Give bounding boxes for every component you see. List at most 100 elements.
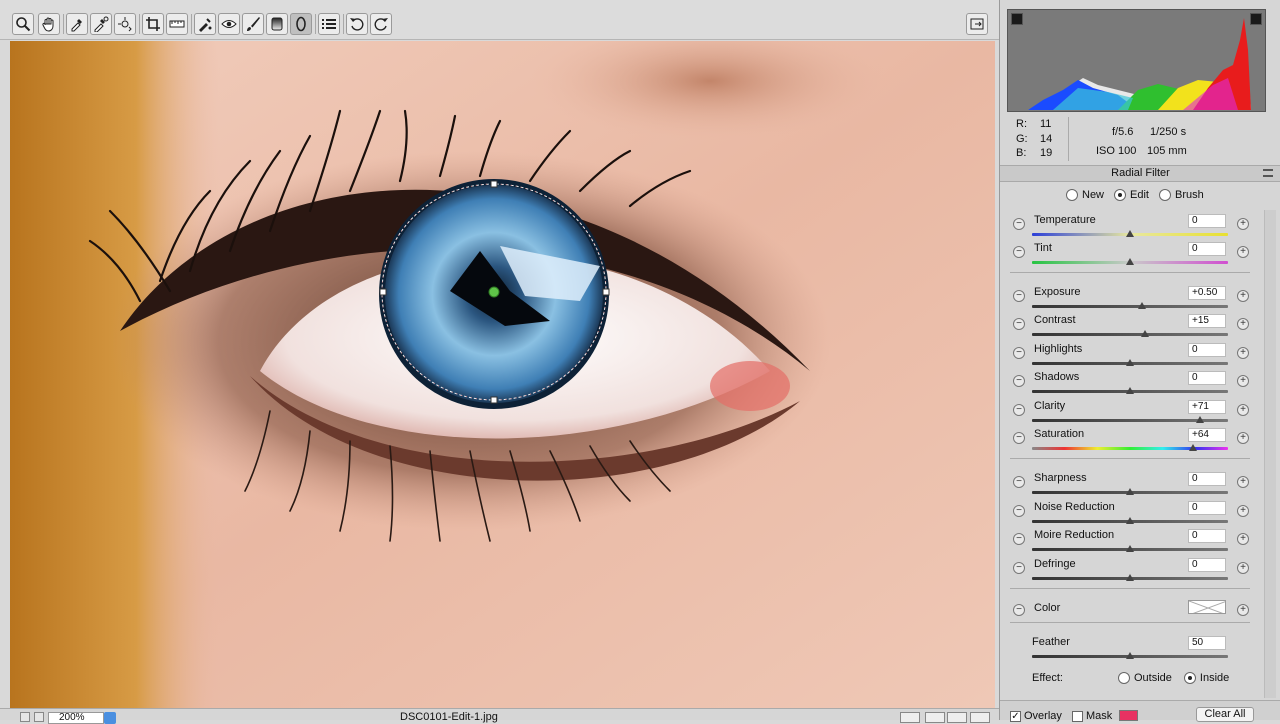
zoom-stepper[interactable] <box>104 712 116 724</box>
shadows-slider-thumb[interactable] <box>1126 387 1134 394</box>
before-after-toggle-button[interactable] <box>900 712 920 723</box>
effect-inside-radio[interactable]: Inside <box>1183 672 1229 684</box>
color-increase-button[interactable]: + <box>1237 604 1249 616</box>
mode-edit-radio[interactable]: Edit <box>1114 189 1149 201</box>
highlights-increase-button[interactable]: + <box>1237 347 1249 359</box>
tint-value-field[interactable]: 0 <box>1188 242 1226 256</box>
defringe-increase-button[interactable]: + <box>1237 562 1249 574</box>
highlights-row: − Highlights 0 + <box>1000 343 1264 371</box>
color-sampler-tool-button[interactable] <box>90 13 112 35</box>
preferences-button[interactable] <box>318 13 340 35</box>
mode-label: New <box>1082 189 1105 201</box>
shadows-decrease-button[interactable]: − <box>1013 375 1025 387</box>
sharpness-slider-thumb[interactable] <box>1126 488 1134 495</box>
color-decrease-button[interactable]: − <box>1013 604 1025 616</box>
contrast-slider-thumb[interactable] <box>1140 330 1149 337</box>
spot-removal-tool-button[interactable] <box>194 13 216 35</box>
highlights-decrease-button[interactable]: − <box>1013 347 1025 359</box>
rotate-left-button[interactable] <box>346 13 368 35</box>
defringe-slider-thumb[interactable] <box>1126 574 1134 581</box>
saturation-slider-thumb[interactable] <box>1188 444 1197 451</box>
color-swatch[interactable] <box>1188 600 1226 614</box>
contrast-value-field[interactable]: +15 <box>1188 314 1226 328</box>
exposure-decrease-button[interactable]: − <box>1013 290 1025 302</box>
crop-tool-button[interactable] <box>142 13 164 35</box>
effect-outside-radio[interactable]: Outside <box>1118 672 1172 684</box>
sharpness-increase-button[interactable]: + <box>1237 476 1249 488</box>
feather-slider-thumb[interactable] <box>1126 652 1134 659</box>
noise-reduction-increase-button[interactable]: + <box>1237 505 1249 517</box>
highlights-value-field[interactable]: 0 <box>1188 343 1226 357</box>
sharpness-decrease-button[interactable]: − <box>1013 476 1025 488</box>
shadows-increase-button[interactable]: + <box>1237 375 1249 387</box>
swap-settings-button[interactable] <box>925 712 945 723</box>
rotate-left-icon <box>350 18 364 31</box>
clarity-decrease-button[interactable]: − <box>1013 404 1025 416</box>
overlay-checkbox[interactable]: ✓ Overlay <box>1010 710 1062 722</box>
preview-preferences-button[interactable] <box>970 712 990 723</box>
targeted-adjustment-tool-button[interactable] <box>114 13 136 35</box>
panel-scrollbar[interactable] <box>1264 210 1276 698</box>
contrast-slider-track[interactable] <box>1032 333 1228 336</box>
white-balance-tool-button[interactable] <box>66 13 88 35</box>
temperature-slider-thumb[interactable] <box>1126 230 1134 237</box>
clarity-value-field[interactable]: +71 <box>1188 400 1226 414</box>
exposure-slider-thumb[interactable] <box>1137 302 1146 309</box>
saturation-increase-button[interactable]: + <box>1237 432 1249 444</box>
saturation-decrease-button[interactable]: − <box>1013 432 1025 444</box>
zoom-level-field[interactable]: 200% <box>48 712 104 724</box>
copy-settings-button[interactable] <box>947 712 967 723</box>
temperature-decrease-button[interactable]: − <box>1013 218 1025 230</box>
radial-filter-tool-button[interactable] <box>290 13 312 35</box>
moire-reduction-increase-button[interactable]: + <box>1237 533 1249 545</box>
zoom-in-button[interactable] <box>34 712 44 722</box>
defringe-decrease-button[interactable]: − <box>1013 562 1025 574</box>
exposure-value-field[interactable]: +0.50 <box>1188 286 1226 300</box>
contrast-decrease-button[interactable]: − <box>1013 318 1025 330</box>
shadow-clipping-warning-icon[interactable] <box>1011 13 1023 25</box>
panel-menu-icon[interactable] <box>1263 169 1273 177</box>
feather-value-field[interactable]: 50 <box>1188 636 1226 650</box>
zoom-tool-button[interactable] <box>12 13 34 35</box>
tint-decrease-button[interactable]: − <box>1013 246 1025 258</box>
hand-tool-button[interactable] <box>38 13 60 35</box>
tint-increase-button[interactable]: + <box>1237 246 1249 258</box>
straighten-tool-button[interactable] <box>166 13 188 35</box>
clarity-slider-thumb[interactable] <box>1195 416 1204 423</box>
adjustment-brush-tool-button[interactable] <box>242 13 264 35</box>
exposure-slider-track[interactable] <box>1032 305 1228 308</box>
graduated-filter-tool-button[interactable] <box>266 13 288 35</box>
moire-reduction-decrease-button[interactable]: − <box>1013 533 1025 545</box>
noise-reduction-value-field[interactable]: 0 <box>1188 501 1226 515</box>
contrast-increase-button[interactable]: + <box>1237 318 1249 330</box>
noise-reduction-decrease-button[interactable]: − <box>1013 505 1025 517</box>
temperature-value-field[interactable]: 0 <box>1188 214 1226 228</box>
red-eye-tool-button[interactable] <box>218 13 240 35</box>
noise-reduction-slider-thumb[interactable] <box>1126 517 1134 524</box>
temperature-increase-button[interactable]: + <box>1237 218 1249 230</box>
exposure-increase-button[interactable]: + <box>1237 290 1249 302</box>
shadows-value-field[interactable]: 0 <box>1188 371 1226 385</box>
hand-icon <box>42 17 54 32</box>
mask-color-swatch[interactable] <box>1119 710 1138 721</box>
mode-new-radio[interactable]: New <box>1066 189 1104 201</box>
tint-slider-thumb[interactable] <box>1126 258 1134 265</box>
clarity-increase-button[interactable]: + <box>1237 404 1249 416</box>
list-icon <box>322 19 336 29</box>
mask-checkbox[interactable]: Mask <box>1072 710 1112 722</box>
aperture: f/5.6 <box>1112 126 1134 138</box>
fullscreen-button[interactable] <box>966 13 988 35</box>
moire-reduction-slider-thumb[interactable] <box>1126 545 1134 552</box>
highlight-clipping-warning-icon[interactable] <box>1250 13 1262 25</box>
filename: DSC0101-Edit-1.jpg <box>400 711 498 723</box>
sharpness-value-field[interactable]: 0 <box>1188 472 1226 486</box>
rotate-right-button[interactable] <box>370 13 392 35</box>
defringe-value-field[interactable]: 0 <box>1188 558 1226 572</box>
moire-reduction-value-field[interactable]: 0 <box>1188 529 1226 543</box>
saturation-slider-track[interactable] <box>1032 447 1228 450</box>
saturation-value-field[interactable]: +64 <box>1188 428 1226 442</box>
image-preview[interactable] <box>10 41 995 708</box>
zoom-out-button[interactable] <box>20 712 30 722</box>
mode-brush-radio[interactable]: Brush <box>1158 189 1204 201</box>
highlights-slider-thumb[interactable] <box>1126 359 1134 366</box>
